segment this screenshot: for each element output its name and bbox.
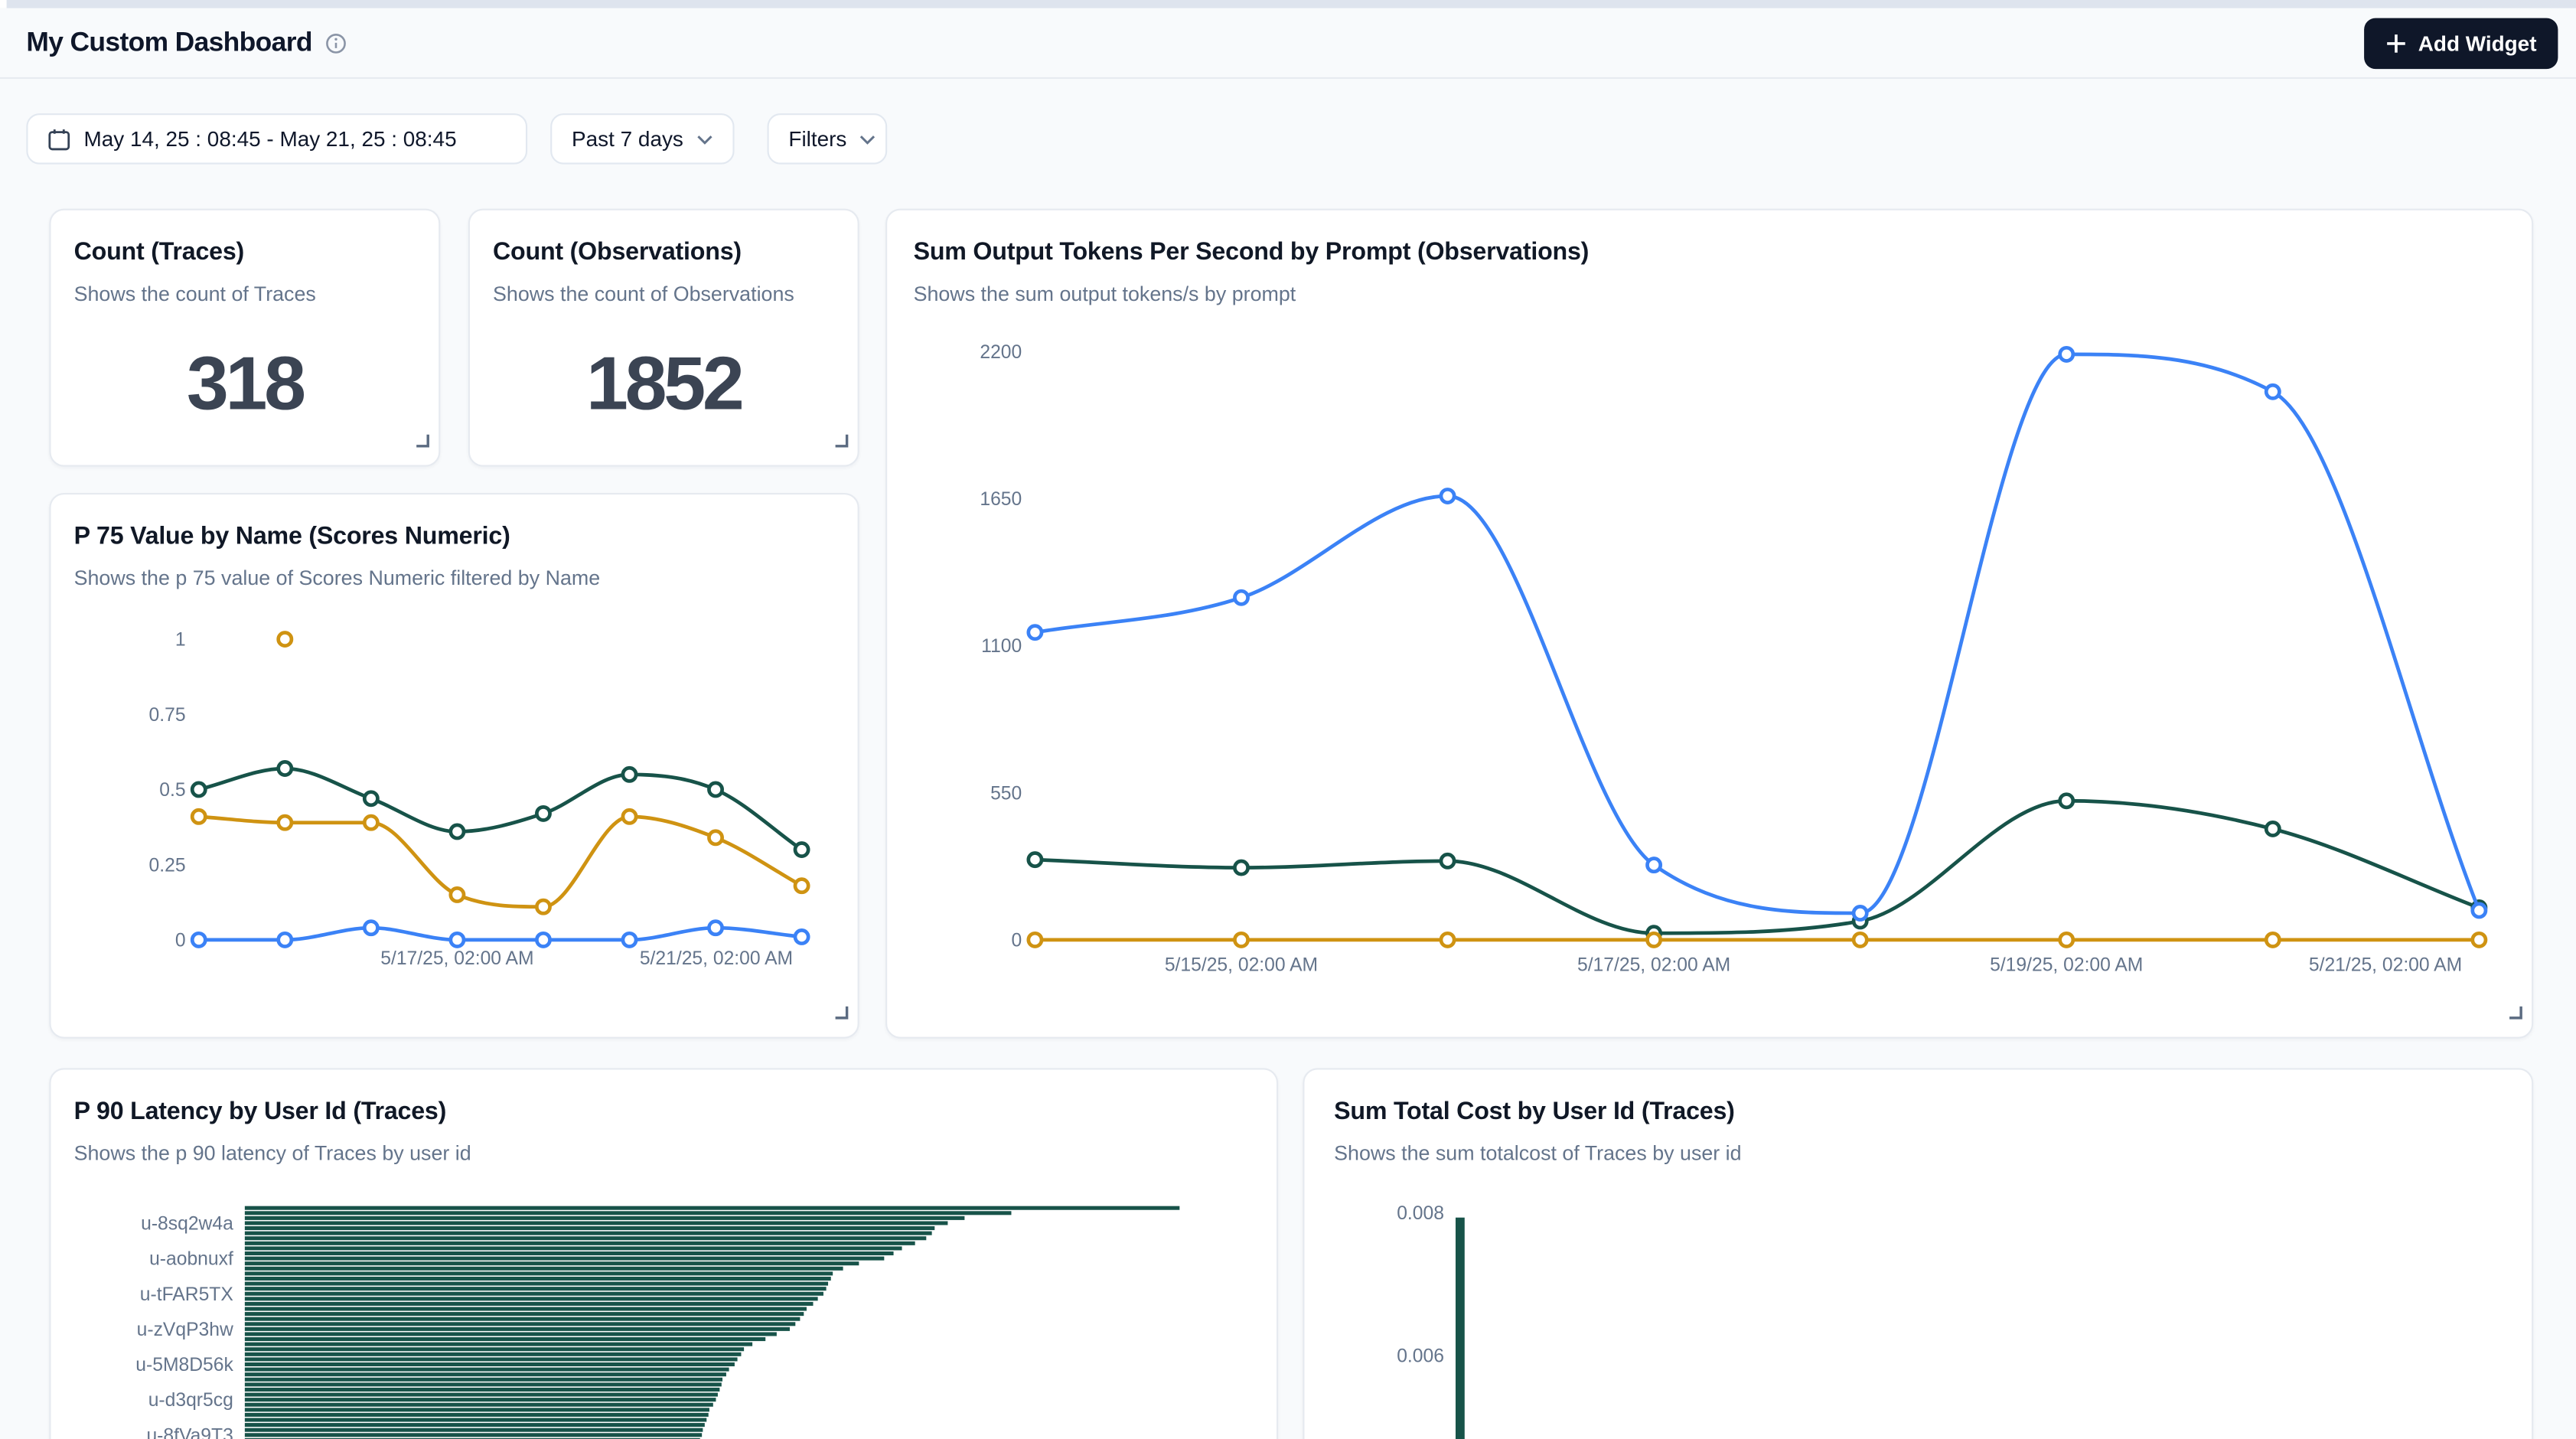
info-icon[interactable] <box>325 32 347 54</box>
plus-icon <box>2385 32 2407 54</box>
widget-title: Count (Traces) <box>74 237 416 268</box>
svg-text:0.006: 0.006 <box>1397 1346 1444 1367</box>
preset-label: Past 7 days <box>572 126 683 151</box>
calendar-icon <box>47 127 70 150</box>
svg-text:5/17/25, 02:00 AM: 5/17/25, 02:00 AM <box>380 948 533 969</box>
widget-subtitle: Shows the sum output tokens/s by prompt <box>914 282 2506 307</box>
filters-button[interactable]: Filters <box>768 113 888 165</box>
svg-text:1100: 1100 <box>981 636 1022 657</box>
svg-text:0.25: 0.25 <box>149 855 186 876</box>
resize-handle[interactable] <box>833 999 849 1029</box>
chevron-down-icon <box>696 134 712 144</box>
svg-text:5/21/25, 02:00 AM: 5/21/25, 02:00 AM <box>640 948 793 969</box>
svg-text:5/21/25, 02:00 AM: 5/21/25, 02:00 AM <box>2309 955 2462 976</box>
svg-text:u-zVqP3hw: u-zVqP3hw <box>137 1320 233 1340</box>
svg-text:5/17/25, 02:00 AM: 5/17/25, 02:00 AM <box>1577 955 1730 976</box>
svg-text:u-8fVa9T3: u-8fVa9T3 <box>146 1425 233 1439</box>
widget-card-count-observations: Count (Observations) Shows the count of … <box>468 209 859 467</box>
resize-handle[interactable] <box>833 427 849 457</box>
dashboard-page: My Custom Dashboard Add Widget May 14, 2… <box>0 0 2576 1439</box>
widget-card-scores: P 75 Value by Name (Scores Numeric) Show… <box>49 493 859 1039</box>
widget-subtitle: Shows the count of Traces <box>74 282 416 307</box>
date-range-button[interactable]: May 14, 25 : 08:45 - May 21, 25 : 08:45 <box>26 113 527 165</box>
svg-text:2200: 2200 <box>980 342 1022 363</box>
app-header: My Custom Dashboard Add Widget <box>0 8 2576 79</box>
filters-label: Filters <box>788 126 846 151</box>
page-title: My Custom Dashboard <box>26 27 312 58</box>
top-strip <box>0 0 2576 8</box>
svg-text:550: 550 <box>990 783 1022 804</box>
chevron-down-icon <box>860 134 876 144</box>
metric-value: 318 <box>51 338 439 427</box>
date-range-label: May 14, 25 : 08:45 - May 21, 25 : 08:45 <box>83 126 456 151</box>
svg-text:u-d3qr5cg: u-d3qr5cg <box>148 1390 233 1411</box>
svg-text:0: 0 <box>1012 930 1022 951</box>
svg-text:u-8sq2w4a: u-8sq2w4a <box>141 1214 233 1235</box>
svg-text:0: 0 <box>175 930 186 951</box>
resize-handle[interactable] <box>414 427 430 457</box>
svg-text:0.75: 0.75 <box>149 705 186 726</box>
widget-card-cost: Sum Total Cost by User Id (Traces) Shows… <box>1303 1068 2533 1439</box>
widget-subtitle: Shows the count of Observations <box>493 282 835 307</box>
svg-text:1650: 1650 <box>980 489 1022 510</box>
widget-subtitle: Shows the sum totalcost of Traces by use… <box>1334 1142 2502 1167</box>
add-widget-button[interactable]: Add Widget <box>2364 18 2558 69</box>
svg-text:u-tFAR5TX: u-tFAR5TX <box>140 1284 233 1305</box>
svg-text:1: 1 <box>175 630 186 651</box>
tokens-line-chart: 0 550 1100 1650 2200 5/15/25, 02:00 AM 5/17/25… <box>914 330 2509 1028</box>
svg-text:u-aobnuxf: u-aobnuxf <box>149 1249 233 1270</box>
widget-title: P 90 Latency by User Id (Traces) <box>74 1096 1254 1127</box>
svg-text:5/19/25, 02:00 AM: 5/19/25, 02:00 AM <box>1990 955 2143 976</box>
svg-text:5/15/25, 02:00 AM: 5/15/25, 02:00 AM <box>1165 955 1318 976</box>
svg-text:0.5: 0.5 <box>159 780 185 801</box>
widget-title: Sum Total Cost by User Id (Traces) <box>1334 1096 2502 1127</box>
top-strip-notch <box>0 0 7 8</box>
svg-text:u-5M8D56k: u-5M8D56k <box>135 1355 233 1375</box>
widget-subtitle: Shows the p 75 value of Scores Numeric f… <box>74 567 835 592</box>
scores-line-chart: 0 0.25 0.5 0.75 1 5/17/25, 02:00 AM 5/21/25, 0… <box>74 609 838 1003</box>
time-preset-button[interactable]: Past 7 days <box>550 113 734 165</box>
resize-handle[interactable] <box>2507 999 2523 1029</box>
widget-card-count-traces: Count (Traces) Shows the count of Traces… <box>49 209 440 467</box>
widget-card-tokens: Sum Output Tokens Per Second by Prompt (… <box>885 209 2533 1039</box>
widget-subtitle: Shows the p 90 latency of Traces by user… <box>74 1142 1254 1167</box>
widget-card-latency: P 90 Latency by User Id (Traces) Shows t… <box>49 1068 1278 1439</box>
svg-text:0.008: 0.008 <box>1397 1203 1444 1224</box>
metric-value: 1852 <box>470 338 858 427</box>
cost-bar-chart: 0.008 0.006 <box>1334 1185 2509 1439</box>
widget-title: Count (Observations) <box>493 237 835 268</box>
toolbar: May 14, 25 : 08:45 - May 21, 25 : 08:45 … <box>26 113 887 165</box>
widget-title: P 75 Value by Name (Scores Numeric) <box>74 521 835 553</box>
add-widget-label: Add Widget <box>2418 31 2537 55</box>
latency-bar-chart: u-8sq2w4a u-aobnuxf u-tFAR5TX u-zVqP3hw u-5M… <box>74 1185 1273 1439</box>
widget-title: Sum Output Tokens Per Second by Prompt (… <box>914 237 2506 268</box>
